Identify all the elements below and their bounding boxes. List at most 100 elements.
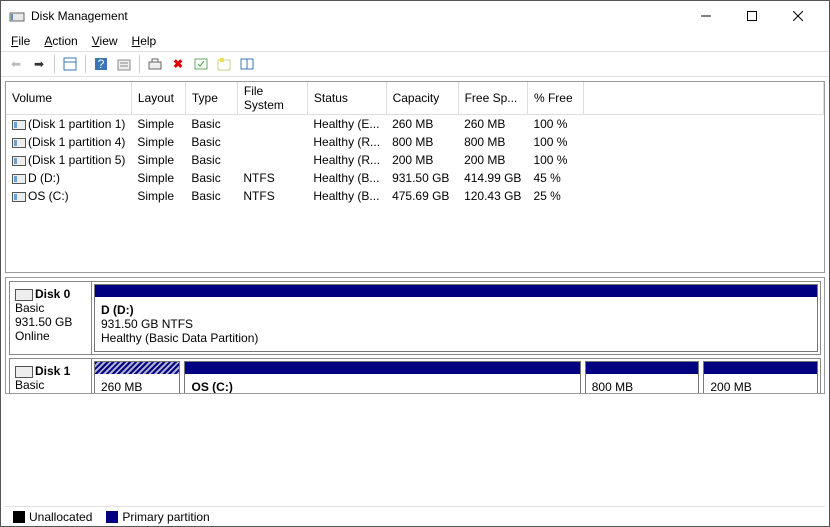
disk-name: Disk 1 [35, 364, 70, 378]
partition-container: D (D:) 931.50 GB NTFS Healthy (Basic Dat… [92, 282, 820, 354]
partition-size: 931.50 GB NTFS [101, 317, 811, 331]
col-layout[interactable]: Layout [131, 82, 185, 115]
minimize-button[interactable] [683, 1, 729, 31]
legend: Unallocated Primary partition [5, 506, 825, 526]
table-row[interactable]: D (D:) Simple Basic NTFS Healthy (B... 9… [6, 169, 824, 187]
svg-text:?: ? [98, 57, 105, 71]
partition[interactable]: 200 MB Healthy (Recovery Partition) [703, 361, 818, 394]
disk-icon [15, 366, 33, 378]
col-capacity[interactable]: Capacity [386, 82, 458, 115]
col-free[interactable]: Free Sp... [458, 82, 527, 115]
disk-type: Basic [15, 301, 86, 315]
cell-volume: OS (C:) [28, 189, 69, 203]
cell-free: 200 MB [458, 151, 527, 169]
close-button[interactable] [775, 1, 821, 31]
partition-title: OS (C:) [191, 380, 573, 394]
show-hide-button[interactable] [59, 53, 81, 75]
separator [54, 55, 55, 73]
disk-state: Online [15, 329, 86, 343]
cell-status: Healthy (R... [307, 133, 386, 151]
cell-fs [237, 115, 307, 134]
partition[interactable]: D (D:) 931.50 GB NTFS Healthy (Basic Dat… [94, 284, 818, 352]
volume-list-pane[interactable]: Volume Layout Type File System Status Ca… [5, 81, 825, 273]
col-pct[interactable]: % Free [527, 82, 583, 115]
partition-stripe [586, 362, 699, 374]
app-icon [9, 8, 25, 24]
col-status[interactable]: Status [307, 82, 386, 115]
maximize-button[interactable] [729, 1, 775, 31]
col-fs[interactable]: File System [237, 82, 307, 115]
partition-size: 800 MB [592, 380, 693, 394]
cell-type: Basic [185, 169, 237, 187]
cell-pct: 100 % [527, 115, 583, 134]
separator [139, 55, 140, 73]
disk-info[interactable]: Disk 0 Basic 931.50 GB Online [10, 282, 92, 354]
cell-volume: (Disk 1 partition 4) [28, 135, 125, 149]
disk-icon [15, 289, 33, 301]
disk-row[interactable]: Disk 0 Basic 931.50 GB Online D (D:) 931… [9, 281, 821, 355]
col-type[interactable]: Type [185, 82, 237, 115]
primary-swatch [106, 511, 118, 523]
cell-type: Basic [185, 151, 237, 169]
disk-row[interactable]: Disk 1 Basic 476.92 GB Online 260 MB Hea… [9, 358, 821, 394]
action3-button[interactable] [236, 53, 258, 75]
col-extra[interactable] [583, 82, 823, 115]
cell-layout: Simple [131, 187, 185, 205]
cell-layout: Simple [131, 151, 185, 169]
cell-status: Healthy (B... [307, 187, 386, 205]
cell-capacity: 931.50 GB [386, 169, 458, 187]
disk-info[interactable]: Disk 1 Basic 476.92 GB Online [10, 359, 92, 394]
menu-action[interactable]: Action [38, 32, 83, 50]
partition[interactable]: OS (C:) 475.69 GB NTFS Healthy (Boot, Pa… [184, 361, 580, 394]
menu-file[interactable]: File [5, 32, 36, 50]
partition-stripe [95, 285, 817, 297]
cell-free: 800 MB [458, 133, 527, 151]
partition-title: D (D:) [101, 303, 811, 317]
partition-size: 260 MB [101, 380, 173, 394]
window-controls [683, 1, 821, 31]
partition[interactable]: 800 MB Healthy (Recovery Partition) [585, 361, 700, 394]
cell-layout: Simple [131, 115, 185, 134]
partition-stripe [95, 362, 179, 374]
delete-button[interactable]: ✖ [167, 53, 189, 75]
cell-volume: (Disk 1 partition 5) [28, 153, 125, 167]
cell-status: Healthy (E... [307, 115, 386, 134]
partition-stripe [185, 362, 579, 374]
action2-button[interactable] [213, 53, 235, 75]
back-button[interactable]: ⬅ [5, 53, 27, 75]
cell-pct: 100 % [527, 151, 583, 169]
table-row[interactable]: (Disk 1 partition 4) Simple Basic Health… [6, 133, 824, 151]
cell-layout: Simple [131, 133, 185, 151]
table-row[interactable]: (Disk 1 partition 1) Simple Basic Health… [6, 115, 824, 134]
forward-button[interactable]: ➡ [28, 53, 50, 75]
cell-fs: NTFS [237, 187, 307, 205]
settings-button[interactable] [113, 53, 135, 75]
cell-layout: Simple [131, 169, 185, 187]
volume-icon [12, 174, 26, 184]
table-row[interactable]: (Disk 1 partition 5) Simple Basic Health… [6, 151, 824, 169]
cell-pct: 25 % [527, 187, 583, 205]
titlebar: Disk Management [1, 1, 829, 31]
disk-name: Disk 0 [35, 287, 70, 301]
menu-help[interactable]: Help [126, 32, 163, 50]
volume-icon [12, 120, 26, 130]
action1-button[interactable] [190, 53, 212, 75]
menu-view[interactable]: View [86, 32, 124, 50]
cell-volume: (Disk 1 partition 1) [28, 117, 125, 131]
volume-table: Volume Layout Type File System Status Ca… [6, 82, 824, 205]
col-volume[interactable]: Volume [6, 82, 131, 115]
volume-icon [12, 156, 26, 166]
cell-fs [237, 151, 307, 169]
help-button[interactable]: ? [90, 53, 112, 75]
cell-capacity: 475.69 GB [386, 187, 458, 205]
disk-map-pane[interactable]: Disk 0 Basic 931.50 GB Online D (D:) 931… [5, 277, 825, 394]
partition-container: 260 MB Healthy (EFI System Partition) OS… [92, 359, 820, 394]
window-title: Disk Management [31, 9, 683, 23]
unallocated-swatch [13, 511, 25, 523]
cell-fs [237, 133, 307, 151]
cell-type: Basic [185, 115, 237, 134]
table-row[interactable]: OS (C:) Simple Basic NTFS Healthy (B... … [6, 187, 824, 205]
cell-status: Healthy (R... [307, 151, 386, 169]
partition[interactable]: 260 MB Healthy (EFI System Partition) [94, 361, 180, 394]
rescan-button[interactable] [144, 53, 166, 75]
